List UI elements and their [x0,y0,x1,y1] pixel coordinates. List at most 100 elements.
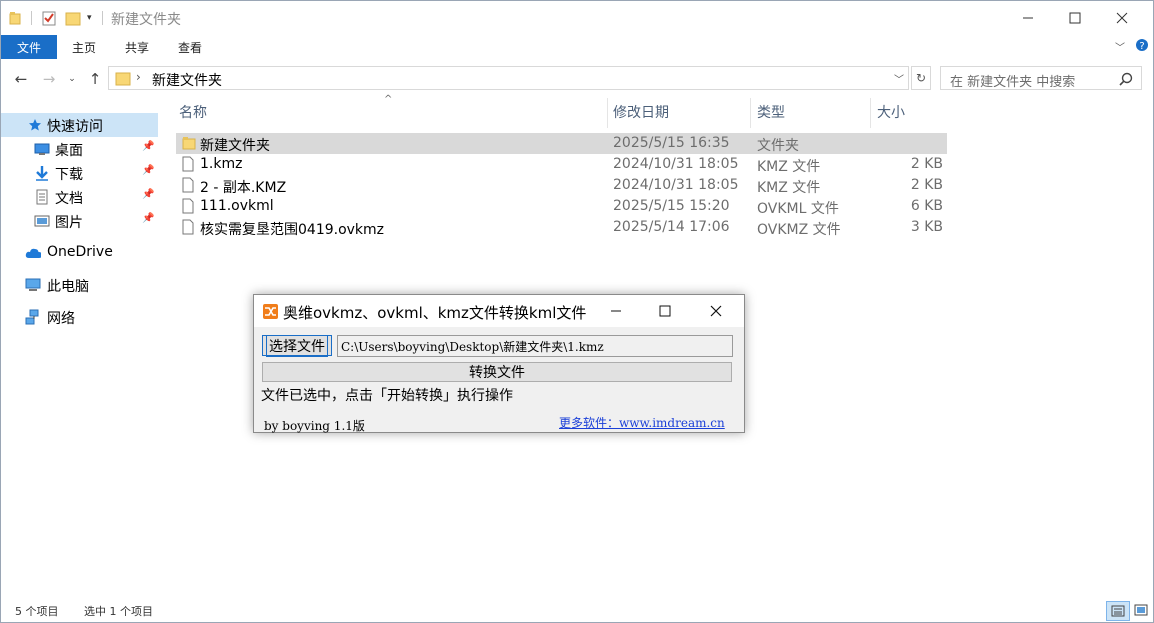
file-type: OVKML 文件 [757,201,839,217]
pin-icon[interactable]: 📌 [142,141,154,152]
svg-text:?: ? [1139,41,1144,52]
pin-icon[interactable]: 📌 [142,165,154,176]
file-row[interactable]: 核实需复垦范围0419.ovkmz 2025/5/14 17:06 OVKMZ … [176,217,947,238]
toolbar-separator [102,11,103,25]
large-icons-view-icon [1134,604,1148,616]
more-software-link[interactable]: 更多软件：www.imdream.cn [559,414,725,431]
column-header-type[interactable]: 类型 [757,98,785,126]
minimize-icon [1023,17,1033,19]
ribbon-tabs: 文件 主页 共享 查看 ﹀ ? [1,35,1153,59]
close-button[interactable] [1099,1,1145,35]
customize-toolbar-icon[interactable]: ▾ [87,9,92,27]
file-icon [182,198,194,218]
close-icon [1116,12,1128,24]
nav-desktop[interactable]: 桌面 📌 [1,137,158,161]
new-folder-icon[interactable] [65,9,81,27]
nav-quick-access[interactable]: 快速访问 [1,113,158,137]
pin-icon[interactable]: 📌 [142,213,154,224]
nav-label: 此电脑 [47,279,89,295]
convert-file-button[interactable]: 转换文件 [262,362,732,382]
nav-label: OneDrive [47,244,113,260]
close-icon [710,305,722,317]
chevron-down-icon: ⌄ [68,74,76,84]
nav-onedrive[interactable]: OneDrive [1,241,158,265]
file-name: 2 - 副本.KMZ [200,180,287,196]
tab-file[interactable]: 文件 [1,35,57,59]
help-icon[interactable]: ? [1135,38,1149,55]
column-divider[interactable] [750,98,751,128]
details-view-icon [1111,605,1125,617]
column-header-name[interactable]: 名称 [179,98,207,126]
file-date: 2024/10/31 18:05 [613,177,739,193]
file-size: 2 KB [910,156,943,172]
large-icons-view-button[interactable] [1130,601,1152,619]
refresh-button[interactable]: ↻ [911,66,931,90]
tab-view[interactable]: 查看 [165,35,215,59]
recent-locations-button[interactable]: ⌄ [65,69,79,89]
file-type: KMZ 文件 [757,159,821,175]
folder-icon [115,70,131,90]
file-row[interactable]: 2 - 副本.KMZ 2024/10/31 18:05 KMZ 文件 2 KB [176,175,947,196]
computer-icon [25,277,41,293]
file-type: OVKMZ 文件 [757,222,841,238]
column-divider[interactable] [607,98,608,128]
details-view-button[interactable] [1106,601,1130,621]
breadcrumb[interactable]: 新建文件夹 [152,70,222,90]
up-button[interactable]: ↑ [85,69,105,89]
nav-pictures[interactable]: 图片 📌 [1,209,158,233]
nav-label: 快速访问 [47,119,103,135]
folder-icon [9,9,21,27]
expand-ribbon-icon[interactable]: ﹀ [1115,39,1125,54]
column-divider[interactable] [870,98,871,128]
nav-network[interactable]: 网络 [1,305,158,329]
tab-share[interactable]: 共享 [112,35,162,59]
nav-this-pc[interactable]: 此电脑 [1,273,158,297]
search-icon [1119,71,1133,90]
file-row[interactable]: 新建文件夹 2025/5/15 16:35 文件夹 [176,133,947,154]
file-row[interactable]: 111.ovkml 2025/5/15 15:20 OVKML 文件 6 KB [176,196,947,217]
select-file-button[interactable]: 选择文件 [262,334,332,357]
status-message: 文件已选中，点击「开始转换」执行操作 [261,388,513,404]
dialog-maximize-button[interactable] [641,295,689,327]
nav-label: 文档 [55,191,83,207]
properties-icon[interactable] [41,9,57,27]
file-icon [182,219,194,239]
download-icon [34,165,50,181]
pin-icon[interactable]: 📌 [142,189,154,200]
title-bar: ▾ 新建文件夹 [1,1,1153,35]
minimize-icon [611,310,621,312]
dialog-close-button[interactable] [692,295,740,327]
file-path-field[interactable]: C:\Users\boyving\Desktop\新建文件夹\1.kmz [337,335,733,357]
column-header-date[interactable]: 修改日期 [613,98,669,126]
nav-label: 网络 [47,311,75,327]
cloud-icon [25,245,41,261]
arrow-up-icon: ↑ [88,70,102,88]
file-row[interactable]: 1.kmz 2024/10/31 18:05 KMZ 文件 2 KB [176,154,947,175]
column-header-size[interactable]: 大小 [877,98,905,126]
file-date: 2025/5/15 15:20 [613,198,730,214]
converter-dialog: 奥维ovkmz、ovkml、kmz文件转换kml文件 选择文件 C:\Users… [253,294,745,433]
file-size: 6 KB [910,198,943,214]
file-icon [182,156,194,176]
shuffle-app-icon [263,304,278,323]
file-size: 2 KB [910,177,943,193]
select-file-label: 选择文件 [266,334,328,357]
chevron-down-icon[interactable]: ﹀ [894,71,904,86]
maximize-button[interactable] [1052,1,1098,35]
search-placeholder: 在 新建文件夹 中搜索 [950,75,1076,90]
search-input[interactable]: 在 新建文件夹 中搜索 [940,66,1142,90]
tab-home[interactable]: 主页 [59,35,109,59]
nav-documents[interactable]: 文档 📌 [1,185,158,209]
address-bar[interactable]: › 新建文件夹 ﹀ [108,66,909,90]
network-icon [25,309,41,325]
nav-downloads[interactable]: 下载 📌 [1,161,158,185]
nav-label: 下载 [55,167,83,183]
forward-button[interactable]: → [39,69,59,89]
dialog-minimize-button[interactable] [592,295,640,327]
status-item-count: 5 个项目 [15,605,59,618]
back-button[interactable]: ← [11,69,31,89]
minimize-button[interactable] [1005,1,1051,35]
file-type: KMZ 文件 [757,180,821,196]
toolbar-separator [31,11,32,25]
maximize-icon [1069,12,1081,24]
